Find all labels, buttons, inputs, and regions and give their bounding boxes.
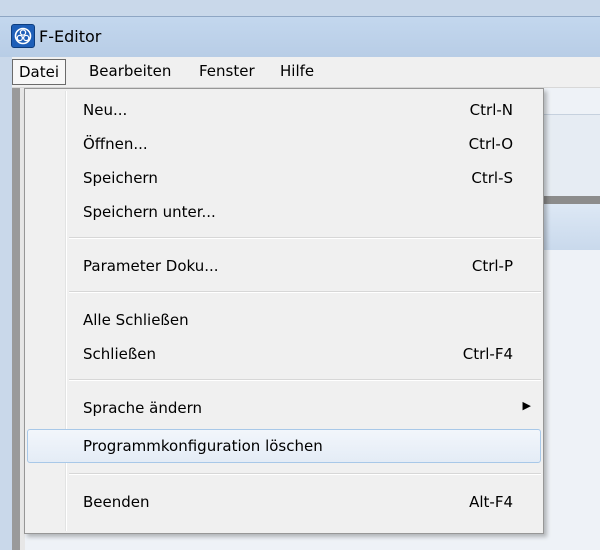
menu-item-label: Parameter Doku... (83, 257, 219, 275)
menu-bearbeiten[interactable]: Bearbeiten (83, 59, 177, 84)
menu-item-beenden[interactable]: Beenden Alt-F4 (27, 485, 541, 519)
datei-dropdown-menu: Neu... Ctrl-N Öffnen... Ctrl-O Speichern… (24, 88, 544, 534)
left-frame-border (12, 87, 20, 550)
menu-fenster[interactable]: Fenster (193, 59, 261, 84)
menu-item-parameter-doku[interactable]: Parameter Doku... Ctrl-P (27, 249, 541, 283)
menu-item-label: Speichern (83, 169, 158, 187)
menu-item-label: Sprache ändern (83, 399, 203, 417)
window-title: F-Editor (39, 27, 102, 46)
menu-item-speichern[interactable]: Speichern Ctrl-S (27, 161, 541, 195)
menu-item-label: Öffnen... (83, 135, 148, 153)
menu-separator (69, 237, 541, 239)
menu-separator (69, 291, 541, 293)
menu-separator (69, 473, 541, 475)
app-window: F-Editor Datei Bearbeiten Fenster Hilfe … (0, 0, 600, 550)
panel-header (540, 204, 600, 250)
menu-datei[interactable]: Datei (12, 59, 67, 85)
menu-item-speichern-unter[interactable]: Speichern unter... (27, 195, 541, 229)
menu-item-schliessen[interactable]: Schließen Ctrl-F4 (27, 337, 541, 371)
menu-item-shortcut: Ctrl-P (471, 257, 513, 275)
menu-item-shortcut: Ctrl-O (468, 135, 513, 153)
menu-separator (69, 379, 541, 381)
menu-item-alle-schliessen[interactable]: Alle Schließen (27, 303, 541, 337)
menu-item-label: Speichern unter... (83, 203, 216, 221)
menu-item-label: Schließen (83, 345, 157, 363)
menu-item-shortcut: Ctrl-F4 (462, 345, 513, 363)
toolbar-separator (540, 196, 600, 204)
menu-item-shortcut: Ctrl-N (469, 101, 513, 119)
menu-item-label: Programmkonfiguration löschen (83, 437, 323, 455)
menu-item-label: Alle Schließen (83, 311, 189, 329)
title-bar: F-Editor (0, 16, 600, 57)
menu-item-label: Neu... (83, 101, 128, 119)
submenu-arrow-icon: ▶ (522, 399, 531, 412)
menu-item-label: Beenden (83, 493, 150, 511)
app-logo-icon (11, 24, 35, 48)
menu-item-sprache-aendern[interactable]: Sprache ändern ▶ (27, 391, 541, 425)
menu-item-oeffnen[interactable]: Öffnen... Ctrl-O (27, 127, 541, 161)
menu-bar: Datei Bearbeiten Fenster Hilfe (12, 57, 600, 88)
menu-item-shortcut: Alt-F4 (469, 493, 513, 511)
menu-item-neu[interactable]: Neu... Ctrl-N (27, 93, 541, 127)
toolbar-area (540, 114, 600, 197)
menu-hilfe[interactable]: Hilfe (274, 59, 320, 84)
menu-item-shortcut: Ctrl-S (471, 169, 513, 187)
menu-item-programmkonfiguration-loeschen[interactable]: Programmkonfiguration löschen (27, 429, 541, 463)
